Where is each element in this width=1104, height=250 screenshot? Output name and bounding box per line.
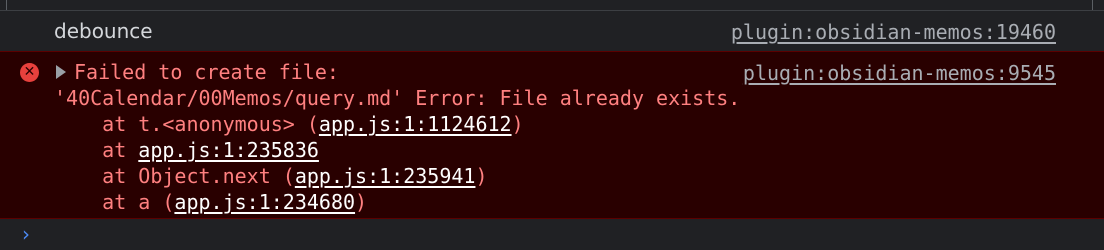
- console-top-divider: [0, 0, 1104, 11]
- error-source-link[interactable]: plugin:obsidian-memos:9545: [743, 61, 1056, 85]
- stack-frame: at a (app.js:1:234680): [54, 190, 368, 214]
- stack-frame-link[interactable]: app.js:1:235836: [138, 138, 319, 162]
- expand-triangle-icon[interactable]: [56, 65, 66, 79]
- stack-frame-link[interactable]: app.js:1:234680: [174, 190, 355, 214]
- devtools-console: debounce plugin:obsidian-memos:19460 ✕ F…: [0, 0, 1104, 250]
- chevron-right-icon: ›: [22, 222, 30, 246]
- stack-frame: at t.<anonymous> (app.js:1:1124612): [54, 112, 524, 136]
- error-message-line2: '40Calendar/00Memos/query.md' Error: Fil…: [54, 86, 741, 110]
- error-message-line1: Failed to create file:: [74, 60, 339, 84]
- error-icon: ✕: [20, 63, 39, 82]
- console-error-entry: ✕ Failed to create file: plugin:obsidian…: [0, 51, 1104, 219]
- stack-frame-link[interactable]: app.js:1:235941: [295, 164, 476, 188]
- stack-frame: at app.js:1:235836: [54, 138, 319, 162]
- stack-frame: at Object.next (app.js:1:235941): [54, 164, 488, 188]
- log-source-link[interactable]: plugin:obsidian-memos:19460: [731, 20, 1056, 44]
- console-log-row: debounce plugin:obsidian-memos:19460: [0, 11, 1104, 51]
- log-message: debounce: [54, 19, 153, 43]
- console-prompt[interactable]: ›: [0, 219, 1104, 250]
- stack-frame-link[interactable]: app.js:1:1124612: [319, 112, 512, 136]
